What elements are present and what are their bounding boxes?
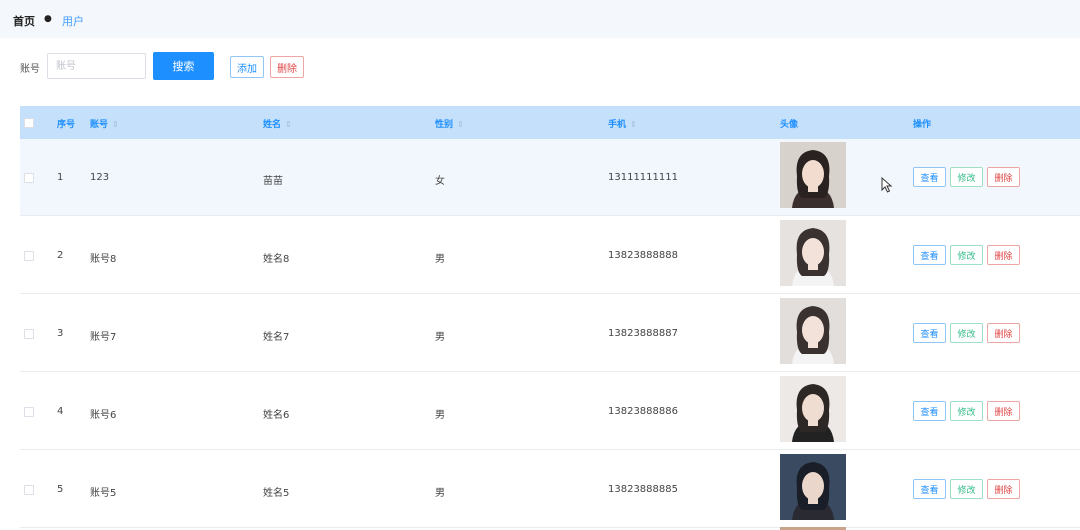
batch-delete-button[interactable]: 删除 — [270, 56, 304, 78]
delete-button[interactable]: 删除 — [987, 245, 1020, 265]
cell-phone: 13823888887 — [608, 328, 678, 339]
cell-name: 姓名8 — [263, 254, 290, 265]
edit-button[interactable]: 修改 — [950, 479, 983, 499]
edit-button[interactable]: 修改 — [950, 323, 983, 343]
cell-name: 苗苗 — [263, 176, 283, 187]
cell-phone: 13823888886 — [608, 406, 678, 417]
table-row[interactable]: 1 123 苗苗 女 13111111111 查看 修改 删除 — [20, 139, 1080, 216]
sort-icon[interactable]: ⇕ — [630, 120, 637, 129]
view-button[interactable]: 查看 — [913, 401, 946, 421]
table-row[interactable]: 3 账号7 姓名7 男 13823888887 查看 修改 删除 — [20, 295, 1080, 372]
header-gender-label: 性别 — [435, 120, 454, 130]
header-actions: 操作 — [913, 120, 932, 130]
delete-button[interactable]: 删除 — [987, 401, 1020, 421]
table-row[interactable]: 5 账号5 姓名5 男 13823888885 查看 修改 删除 — [20, 451, 1080, 528]
header-phone-label: 手机 — [608, 120, 627, 130]
edit-button[interactable]: 修改 — [950, 245, 983, 265]
edit-button[interactable]: 修改 — [950, 401, 983, 421]
table-row[interactable]: 2 账号8 姓名8 男 13823888888 查看 修改 删除 — [20, 217, 1080, 294]
header-gender[interactable]: 性别 ⇕ — [435, 117, 464, 130]
cell-name: 姓名6 — [263, 410, 290, 421]
cell-index: 5 — [57, 484, 64, 495]
cell-phone: 13111111111 — [608, 172, 678, 183]
cell-gender: 男 — [435, 332, 445, 343]
header-name-label: 姓名 — [263, 120, 282, 130]
header-account[interactable]: 账号 ⇕ — [90, 117, 119, 130]
avatar — [780, 454, 846, 520]
breadcrumb-bar: 首页 ● 用户 — [0, 0, 1080, 38]
row-checkbox[interactable] — [24, 329, 34, 339]
header-phone[interactable]: 手机 ⇕ — [608, 117, 637, 130]
delete-button[interactable]: 删除 — [987, 479, 1020, 499]
view-button[interactable]: 查看 — [913, 167, 946, 187]
cell-index: 1 — [57, 172, 64, 183]
cell-gender: 男 — [435, 410, 445, 421]
table-row[interactable]: 4 账号6 姓名6 男 13823888886 查看 修改 删除 — [20, 373, 1080, 450]
add-button[interactable]: 添加 — [230, 56, 264, 78]
header-avatar: 头像 — [780, 120, 799, 130]
breadcrumb-current: 用户 — [62, 15, 84, 28]
header-account-label: 账号 — [90, 120, 109, 130]
breadcrumb-separator: ● — [44, 14, 52, 24]
delete-button[interactable]: 删除 — [987, 167, 1020, 187]
breadcrumb-home[interactable]: 首页 — [13, 13, 35, 29]
cell-index: 4 — [57, 406, 64, 417]
cell-name: 姓名5 — [263, 488, 290, 499]
view-button[interactable]: 查看 — [913, 479, 946, 499]
edit-button[interactable]: 修改 — [950, 167, 983, 187]
sort-icon[interactable]: ⇕ — [112, 120, 119, 129]
select-all-checkbox[interactable] — [24, 118, 34, 128]
view-button[interactable]: 查看 — [913, 245, 946, 265]
row-checkbox[interactable] — [24, 407, 34, 417]
view-button[interactable]: 查看 — [913, 323, 946, 343]
cell-account: 账号5 — [90, 488, 117, 499]
header-index: 序号 — [57, 120, 76, 130]
row-checkbox[interactable] — [24, 485, 34, 495]
sort-icon[interactable]: ⇕ — [285, 120, 292, 129]
avatar — [780, 220, 846, 286]
cell-account: 账号8 — [90, 254, 117, 265]
cell-account: 账号6 — [90, 410, 117, 421]
cell-gender: 男 — [435, 488, 445, 499]
row-checkbox[interactable] — [24, 251, 34, 261]
cell-account: 账号7 — [90, 332, 117, 343]
cell-phone: 13823888888 — [608, 250, 678, 261]
row-checkbox[interactable] — [24, 173, 34, 183]
delete-button[interactable]: 删除 — [987, 323, 1020, 343]
cell-account: 123 — [90, 172, 110, 183]
avatar — [780, 298, 846, 364]
search-input[interactable] — [47, 53, 146, 79]
cell-phone: 13823888885 — [608, 484, 678, 495]
cell-gender: 女 — [435, 176, 445, 187]
table-header: 序号 账号 ⇕ 姓名 ⇕ 性别 ⇕ 手机 ⇕ 头像 操作 — [20, 106, 1080, 139]
mouse-cursor-icon — [881, 177, 893, 193]
search-label: 账号 — [20, 64, 40, 75]
cell-index: 2 — [57, 250, 64, 261]
cell-gender: 男 — [435, 254, 445, 265]
cell-index: 3 — [57, 328, 64, 339]
search-button[interactable]: 搜索 — [153, 52, 214, 80]
sort-icon[interactable]: ⇕ — [457, 120, 464, 129]
avatar — [780, 142, 846, 208]
cell-name: 姓名7 — [263, 332, 290, 343]
header-name[interactable]: 姓名 ⇕ — [263, 117, 292, 130]
avatar — [780, 376, 846, 442]
